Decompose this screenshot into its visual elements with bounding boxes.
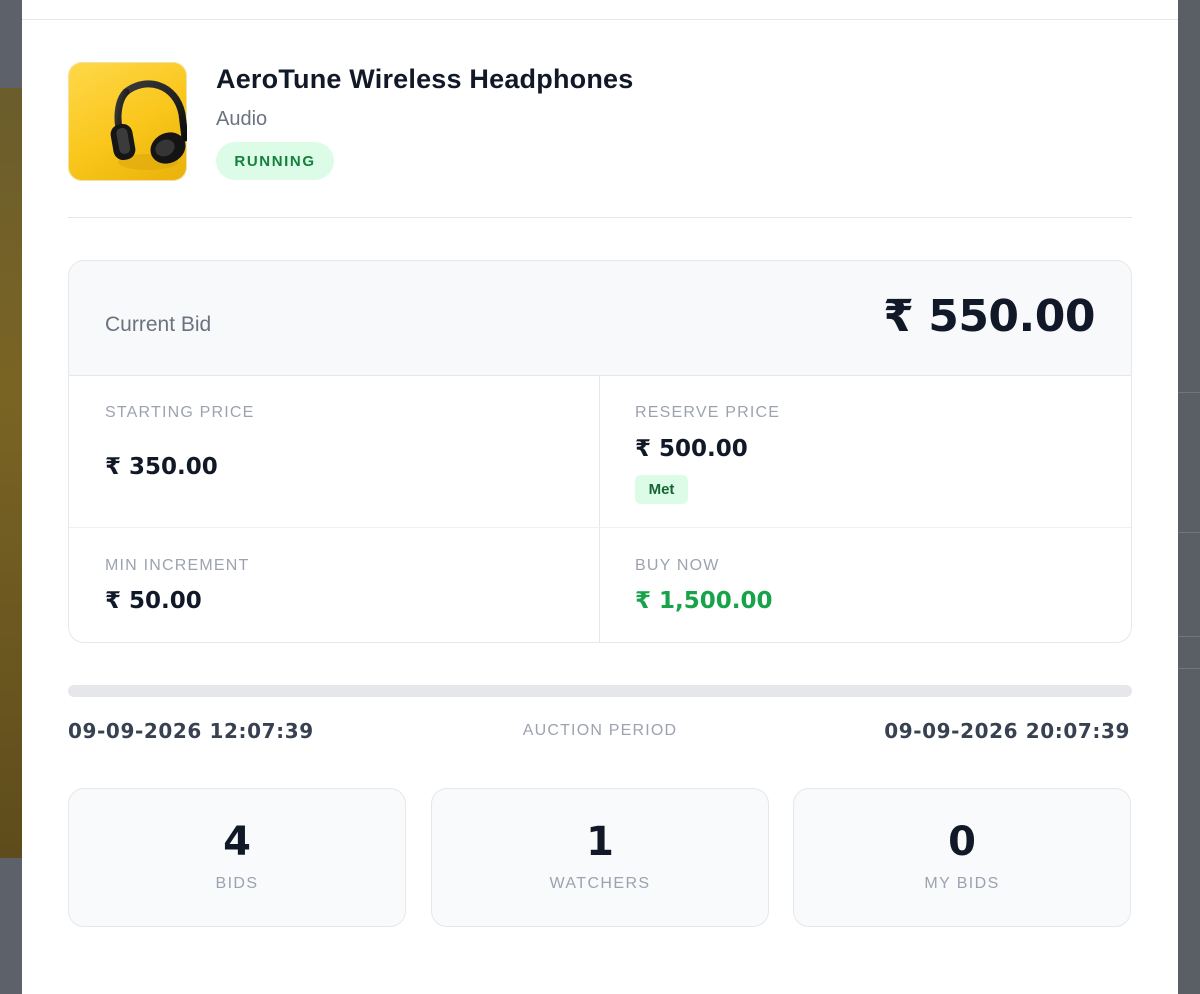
starting-price-value: ₹ 350.00	[105, 454, 218, 480]
bids-label: BIDS	[215, 875, 259, 892]
buy-now-value: ₹ 1,500.00	[635, 588, 773, 614]
watchers-count: 1	[586, 819, 614, 865]
my-bids-count: 0	[948, 819, 976, 865]
status-badge: RUNNING	[216, 142, 334, 180]
buy-now-label: BUY NOW	[635, 557, 720, 574]
current-bid-value: ₹ 550.00	[883, 291, 1095, 342]
auction-end-time: 09-09-2026 20:07:39	[884, 719, 1130, 743]
divider	[1178, 532, 1200, 533]
headphones-icon	[110, 80, 187, 170]
background-content-right	[1178, 0, 1200, 994]
starting-price-label: STARTING PRICE	[105, 404, 255, 421]
stat-card-watchers: 1 WATCHERS	[431, 788, 769, 927]
divider	[1178, 392, 1200, 393]
stat-card-my-bids: 0 MY BIDS	[793, 788, 1131, 927]
item-header: AeroTune Wireless Headphones Audio RUNNI…	[68, 62, 1132, 218]
item-category: Audio	[216, 108, 268, 130]
min-increment-value: ₹ 50.00	[105, 588, 202, 614]
watchers-label: WATCHERS	[549, 875, 651, 892]
background-content	[0, 88, 22, 858]
my-bids-label: MY BIDS	[924, 875, 1000, 892]
auction-progress-bar	[68, 685, 1132, 697]
reserve-price-value: ₹ 500.00	[635, 436, 748, 462]
divider	[1178, 636, 1200, 637]
min-increment-label: MIN INCREMENT	[105, 557, 250, 574]
current-bid-row: Current Bid ₹ 550.00	[69, 261, 1131, 376]
column-divider	[599, 376, 600, 642]
modal-topbar	[22, 0, 1178, 20]
bid-summary-card: Current Bid ₹ 550.00 STARTING PRICE ₹ 35…	[68, 260, 1132, 643]
row-divider	[69, 527, 1131, 528]
divider	[1178, 668, 1200, 669]
item-title: AeroTune Wireless Headphones	[216, 64, 634, 94]
reserve-met-badge: Met	[635, 475, 688, 504]
stat-card-bids: 4 BIDS	[68, 788, 406, 927]
current-bid-label: Current Bid	[105, 313, 212, 336]
reserve-price-label: RESERVE PRICE	[635, 404, 781, 421]
item-thumbnail	[68, 62, 187, 181]
bids-count: 4	[223, 819, 251, 865]
